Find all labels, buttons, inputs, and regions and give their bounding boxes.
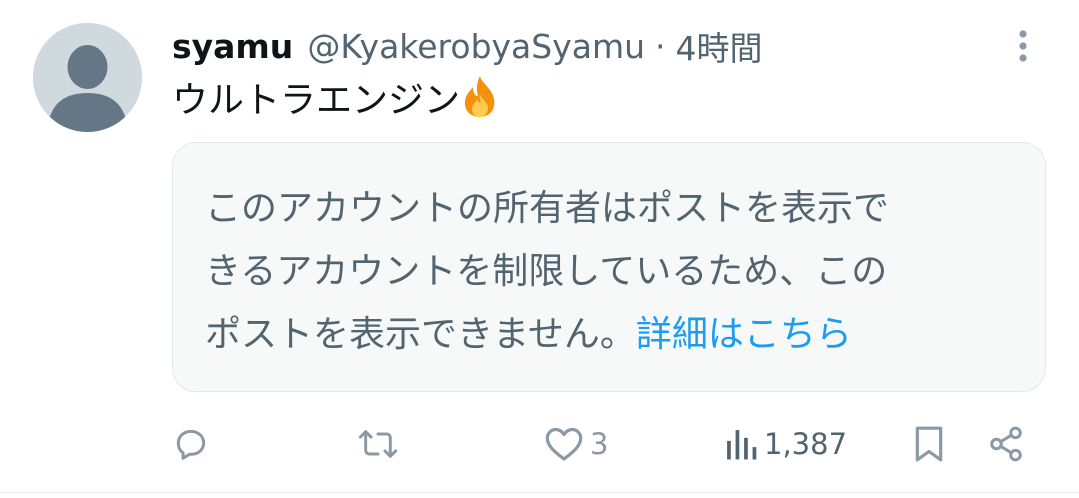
tweet-text-body: ウルトラエンジン: [172, 80, 461, 121]
notice-line-3: ポストを表示できません。詳細はこちら: [205, 303, 1015, 366]
repost-icon: [358, 430, 398, 458]
views-count: 1,387: [764, 427, 848, 461]
avatar[interactable]: [33, 23, 142, 132]
action-bar: 3 1,387: [172, 420, 1032, 468]
like-count: 3: [590, 427, 609, 461]
separator-dot: ·: [655, 26, 666, 66]
author-handle[interactable]: @KyakerobyaSyamu: [307, 27, 645, 66]
reply-button[interactable]: [172, 420, 216, 468]
bookmark-icon: [915, 426, 943, 462]
share-button[interactable]: [987, 420, 1025, 468]
default-avatar-icon: [33, 23, 142, 132]
timestamp[interactable]: 4時間: [676, 22, 763, 70]
notice-line-3-text: ポストを表示できません。: [205, 314, 636, 355]
more-vertical-icon: [1019, 30, 1027, 62]
views-chart-icon: [727, 430, 757, 460]
reply-icon: [176, 429, 206, 460]
author-name[interactable]: syamu: [172, 27, 293, 66]
notice-line-2: きるアカウントを制限しているため、この: [205, 251, 888, 292]
views-button[interactable]: 1,387: [724, 420, 847, 468]
tweet-divider: [0, 492, 1079, 493]
learn-more-link[interactable]: 詳細はこちら: [636, 314, 852, 355]
like-button[interactable]: 3: [544, 420, 608, 468]
heart-icon: [545, 427, 583, 461]
more-options-button[interactable]: [1005, 26, 1041, 66]
share-icon: [990, 426, 1022, 462]
tweet-card[interactable]: syamu @KyakerobyaSyamu · 4時間 ウルトラエンジン この…: [0, 0, 1079, 498]
fire-emoji-icon: [464, 76, 495, 117]
bookmark-button[interactable]: [912, 420, 946, 468]
restricted-notice: このアカウントの所有者はポストを表示で きるアカウントを制限しているため、この …: [172, 142, 1046, 392]
tweet-header: syamu @KyakerobyaSyamu · 4時間: [172, 22, 763, 70]
tweet-text: ウルトラエンジン: [172, 74, 500, 125]
repost-button[interactable]: [358, 420, 404, 468]
notice-line-1: このアカウントの所有者はポストを表示で: [205, 188, 890, 229]
